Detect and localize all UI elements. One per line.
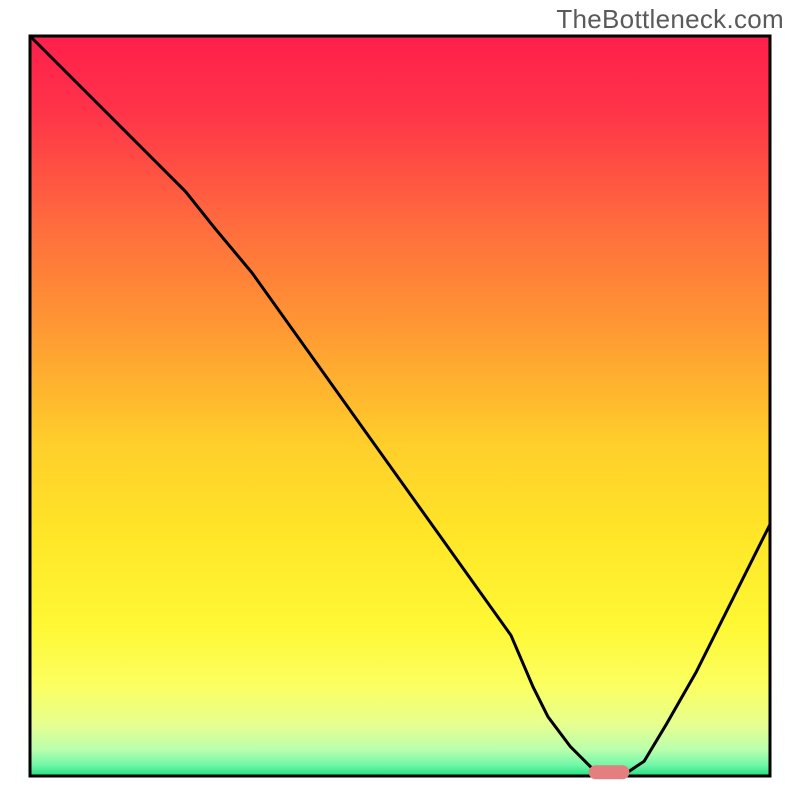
chart-container: TheBottleneck.com xyxy=(0,0,800,800)
optimal-range-marker xyxy=(589,765,630,779)
plot-area-group xyxy=(30,36,770,779)
watermark-text: TheBottleneck.com xyxy=(556,4,784,35)
bottleneck-chart xyxy=(0,0,800,800)
